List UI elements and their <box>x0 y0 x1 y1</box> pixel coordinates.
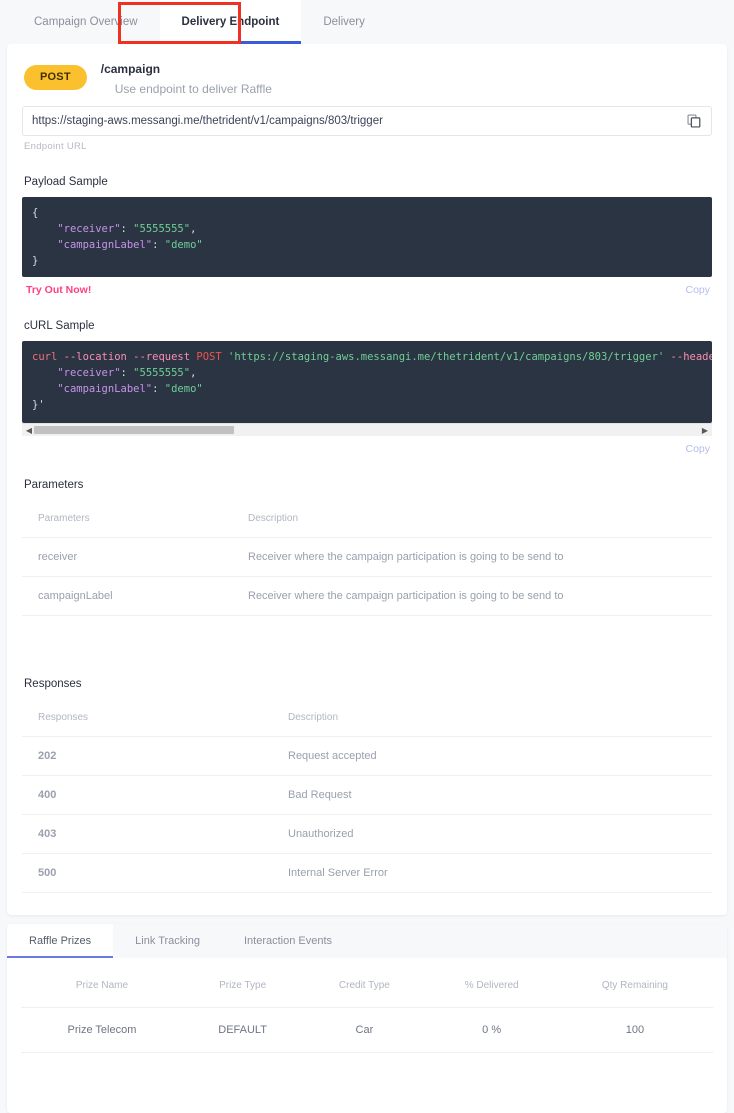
percent-delivered: 0 % <box>426 1007 557 1053</box>
copy-curl-button[interactable]: Copy <box>685 443 710 455</box>
prize-name: Prize Telecom <box>21 1007 183 1053</box>
prizes-col-credit-type: Credit Type <box>338 980 390 991</box>
table-row: 400 Bad Request <box>22 775 712 815</box>
copy-glyph <box>687 114 701 128</box>
parameter-description: Receiver where the campaign participatio… <box>232 576 712 616</box>
responses-table: Responses Description 202 Request accept… <box>22 699 712 893</box>
payload-line-receiver: "receiver": "5555555", <box>57 223 197 235</box>
payload-line-label: "campaignLabel": "demo" <box>57 239 203 251</box>
endpoint-path: /campaign <box>100 62 161 76</box>
parameter-name: campaignLabel <box>22 576 232 616</box>
response-description: Unauthorized <box>272 814 712 854</box>
payload-actions: Try Out Now! Copy <box>22 277 712 296</box>
prizes-col-delivered: % Delivered <box>464 980 519 991</box>
primary-tabbar: Campaign Overview Delivery Endpoint Deli… <box>0 0 734 44</box>
responses-label: Responses <box>24 678 82 690</box>
tab-campaign-overview[interactable]: Campaign Overview <box>12 0 160 44</box>
curl-sample-label: cURL Sample <box>24 320 95 332</box>
response-code: 500 <box>22 853 272 893</box>
parameters-label: Parameters <box>24 479 84 491</box>
tab-link-tracking[interactable]: Link Tracking <box>113 924 222 958</box>
payload-line-open: { <box>32 207 39 219</box>
parameters-col-name: Parameters <box>38 513 90 524</box>
credit-type: Car <box>302 1007 427 1053</box>
response-description: Bad Request <box>272 775 712 815</box>
table-row: 202 Request accepted <box>22 736 712 776</box>
prizes-table: Prize Name Prize Type Credit Type % Deli… <box>21 964 713 1053</box>
table-row: campaignLabel Receiver where the campaig… <box>22 576 712 616</box>
curl-actions: Copy <box>22 436 712 455</box>
qty-remaining: 100 <box>556 1007 713 1053</box>
responses-header-row: Responses Description <box>22 699 712 737</box>
prize-type: DEFAULT <box>182 1007 303 1053</box>
prizes-panel: Prize Name Prize Type Credit Type % Deli… <box>7 958 727 1113</box>
responses-col-description: Description <box>288 712 339 723</box>
curl-code-block: curl --location --request POST 'https://… <box>22 341 712 423</box>
endpoint-url-field[interactable] <box>22 106 712 136</box>
curl-line-label: "campaignLabel": "demo" <box>57 383 203 395</box>
table-row: 403 Unauthorized <box>22 814 712 854</box>
tab-delivery-endpoint[interactable]: Delivery Endpoint <box>159 0 302 44</box>
table-row: Prize Telecom DEFAULT Car 0 % 100 <box>21 1007 713 1053</box>
parameters-col-description: Description <box>248 513 299 524</box>
delivery-endpoint-card: POST /campaign Use endpoint to deliver R… <box>7 44 727 915</box>
copy-payload-button[interactable]: Copy <box>685 284 710 296</box>
response-code: 202 <box>22 736 272 776</box>
prizes-col-prize-name: Prize Name <box>75 980 129 991</box>
scrollbar-thumb[interactable] <box>34 426 234 434</box>
copy-icon[interactable] <box>683 110 705 132</box>
endpoint-header: POST /campaign Use endpoint to deliver R… <box>22 58 712 106</box>
secondary-tabbar: Raffle Prizes Link Tracking Interaction … <box>7 924 727 958</box>
scroll-right-arrow-icon[interactable]: ▶ <box>699 426 711 435</box>
payload-line-close: } <box>32 255 39 267</box>
curl-horizontal-scrollbar[interactable]: ◀ ▶ <box>22 423 712 436</box>
table-row: 500 Internal Server Error <box>22 853 712 893</box>
prizes-col-prize-type: Prize Type <box>219 980 267 991</box>
response-code: 403 <box>22 814 272 854</box>
parameters-table: Parameters Description receiver Receiver… <box>22 500 712 616</box>
payload-code-block: { "receiver": "5555555", "campaignLabel"… <box>22 197 712 277</box>
table-row: receiver Receiver where the campaign par… <box>22 537 712 577</box>
curl-line-close: }' <box>32 399 45 411</box>
http-method-badge: POST <box>24 65 87 90</box>
prizes-card: Raffle Prizes Link Tracking Interaction … <box>7 924 727 1113</box>
curl-line-receiver: "receiver": "5555555", <box>57 367 197 379</box>
try-out-now-button[interactable]: Try Out Now! <box>26 284 91 296</box>
parameter-name: receiver <box>22 537 232 577</box>
endpoint-url-input[interactable] <box>32 115 671 127</box>
responses-col-code: Responses <box>38 712 89 723</box>
curl-command-line: curl --location --request POST 'https://… <box>32 351 712 363</box>
prizes-header-row: Prize Name Prize Type Credit Type % Deli… <box>21 964 713 1008</box>
prizes-col-qty-remaining: Qty Remaining <box>601 980 668 991</box>
response-description: Request accepted <box>272 736 712 776</box>
response-description: Internal Server Error <box>272 853 712 893</box>
endpoint-url-hint: Endpoint URL <box>24 141 87 152</box>
tab-interaction-events[interactable]: Interaction Events <box>222 924 354 958</box>
payload-sample-label: Payload Sample <box>24 176 108 188</box>
endpoint-description: Use endpoint to deliver Raffle <box>114 82 272 96</box>
tab-delivery[interactable]: Delivery <box>301 0 387 44</box>
parameter-description: Receiver where the campaign participatio… <box>232 537 712 577</box>
scrollbar-track[interactable] <box>34 426 700 434</box>
response-code: 400 <box>22 775 272 815</box>
parameters-header-row: Parameters Description <box>22 500 712 538</box>
tab-raffle-prizes[interactable]: Raffle Prizes <box>7 924 114 958</box>
